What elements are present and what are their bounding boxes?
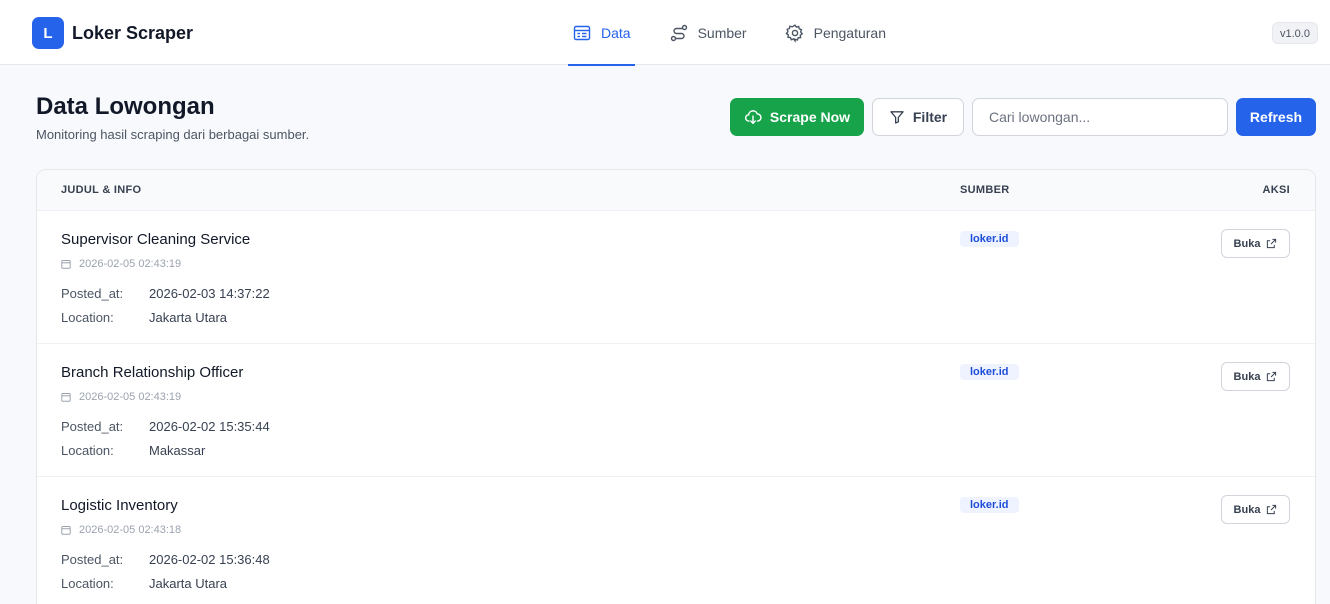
- open-job-label: Buka: [1233, 503, 1261, 516]
- location-label: Location:: [61, 310, 114, 325]
- location-label: Location:: [61, 443, 114, 458]
- location-field: Location: Jakarta Utara: [61, 576, 227, 592]
- scrape-now-label: Scrape Now: [769, 109, 851, 125]
- app-logo[interactable]: L: [32, 17, 64, 49]
- source-badge: loker.id: [960, 364, 1019, 380]
- location-value: Jakarta Utara: [149, 310, 228, 325]
- scraped-date-text: 2026-02-05 02:43:19: [79, 391, 182, 403]
- external-link-icon: [1267, 504, 1277, 515]
- external-link-icon: [1267, 238, 1277, 249]
- column-header-action: AKSI: [1262, 184, 1290, 196]
- posted-at-label: Posted_at:: [61, 419, 124, 434]
- tab-pengaturan-label: Pengaturan: [813, 24, 887, 41]
- column-header-title: JUDUL & INFO: [61, 184, 142, 196]
- main-nav: Data Sumber Pengaturan: [568, 0, 920, 66]
- scraped-date-text: 2026-02-05 02:43:19: [79, 258, 182, 270]
- location-label: Location:: [61, 576, 114, 591]
- jobs-table: JUDUL & INFO SUMBER AKSI Supervisor Clea…: [36, 169, 1316, 604]
- open-job-button[interactable]: Buka: [1221, 362, 1290, 391]
- location-value: Makassar: [149, 443, 206, 458]
- refresh-button[interactable]: Refresh: [1236, 98, 1316, 136]
- search-input[interactable]: [972, 98, 1228, 136]
- scraped-date-text: 2026-02-05 02:43:18: [79, 524, 182, 536]
- column-header-source: SUMBER: [960, 184, 1010, 196]
- calendar-icon: [61, 260, 71, 269]
- posted-at-field: Posted_at: 2026-02-02 15:36:48: [61, 552, 270, 568]
- page-title: Data Lowongan: [36, 93, 215, 120]
- job-title: Branch Relationship Officer: [61, 364, 244, 381]
- cloud-download-icon: [744, 110, 762, 125]
- open-job-label: Buka: [1233, 370, 1261, 383]
- tab-data-label: Data: [601, 24, 631, 41]
- posted-at-value: 2026-02-02 15:35:44: [149, 419, 270, 434]
- table-icon: [573, 25, 591, 40]
- route-icon: [670, 24, 687, 41]
- job-title: Supervisor Cleaning Service: [61, 231, 251, 248]
- tab-pengaturan[interactable]: Pengaturan: [781, 0, 890, 65]
- filter-label: Filter: [912, 109, 948, 125]
- posted-at-value: 2026-02-03 14:37:22: [149, 286, 270, 301]
- open-job-button[interactable]: Buka: [1221, 495, 1290, 524]
- posted-at-value: 2026-02-02 15:36:48: [149, 552, 270, 567]
- gear-icon: [784, 23, 803, 43]
- open-job-button[interactable]: Buka: [1221, 229, 1290, 258]
- page-subtitle: Monitoring hasil scraping dari berbagai …: [36, 127, 310, 142]
- scraped-date: 2026-02-05 02:43:19: [61, 257, 181, 271]
- source-badge: loker.id: [960, 497, 1019, 513]
- source-badge: loker.id: [960, 231, 1019, 247]
- tab-sumber-label: Sumber: [697, 24, 747, 41]
- filter-button[interactable]: Filter: [872, 98, 964, 136]
- table-row: Supervisor Cleaning Service 2026-02-05 0…: [37, 211, 1315, 344]
- open-job-label: Buka: [1233, 237, 1261, 250]
- job-title: Logistic Inventory: [61, 497, 178, 514]
- location-field: Location: Makassar: [61, 443, 205, 459]
- top-navbar: L Loker Scraper Data Sumber Pengaturan v…: [0, 0, 1330, 66]
- external-link-icon: [1267, 371, 1277, 382]
- calendar-icon: [61, 526, 71, 535]
- filter-icon: [890, 111, 904, 124]
- table-header: JUDUL & INFO SUMBER AKSI: [37, 170, 1315, 211]
- tab-data[interactable]: Data: [568, 0, 635, 66]
- app-title[interactable]: Loker Scraper: [72, 22, 193, 44]
- version-badge: v1.0.0: [1272, 22, 1318, 44]
- location-value: Jakarta Utara: [149, 576, 228, 591]
- posted-at-field: Posted_at: 2026-02-03 14:37:22: [61, 286, 270, 302]
- posted-at-field: Posted_at: 2026-02-02 15:35:44: [61, 419, 270, 435]
- refresh-label: Refresh: [1249, 109, 1303, 125]
- posted-at-label: Posted_at:: [61, 552, 124, 567]
- scrape-now-button[interactable]: Scrape Now: [730, 98, 864, 136]
- table-row: Logistic Inventory 2026-02-05 02:43:18 P…: [37, 477, 1315, 604]
- table-row: Branch Relationship Officer 2026-02-05 0…: [37, 344, 1315, 477]
- calendar-icon: [61, 393, 71, 402]
- location-field: Location: Jakarta Utara: [61, 310, 227, 326]
- scraped-date: 2026-02-05 02:43:18: [61, 523, 181, 537]
- posted-at-label: Posted_at:: [61, 286, 124, 301]
- scraped-date: 2026-02-05 02:43:19: [61, 390, 181, 404]
- tab-sumber[interactable]: Sumber: [665, 0, 751, 65]
